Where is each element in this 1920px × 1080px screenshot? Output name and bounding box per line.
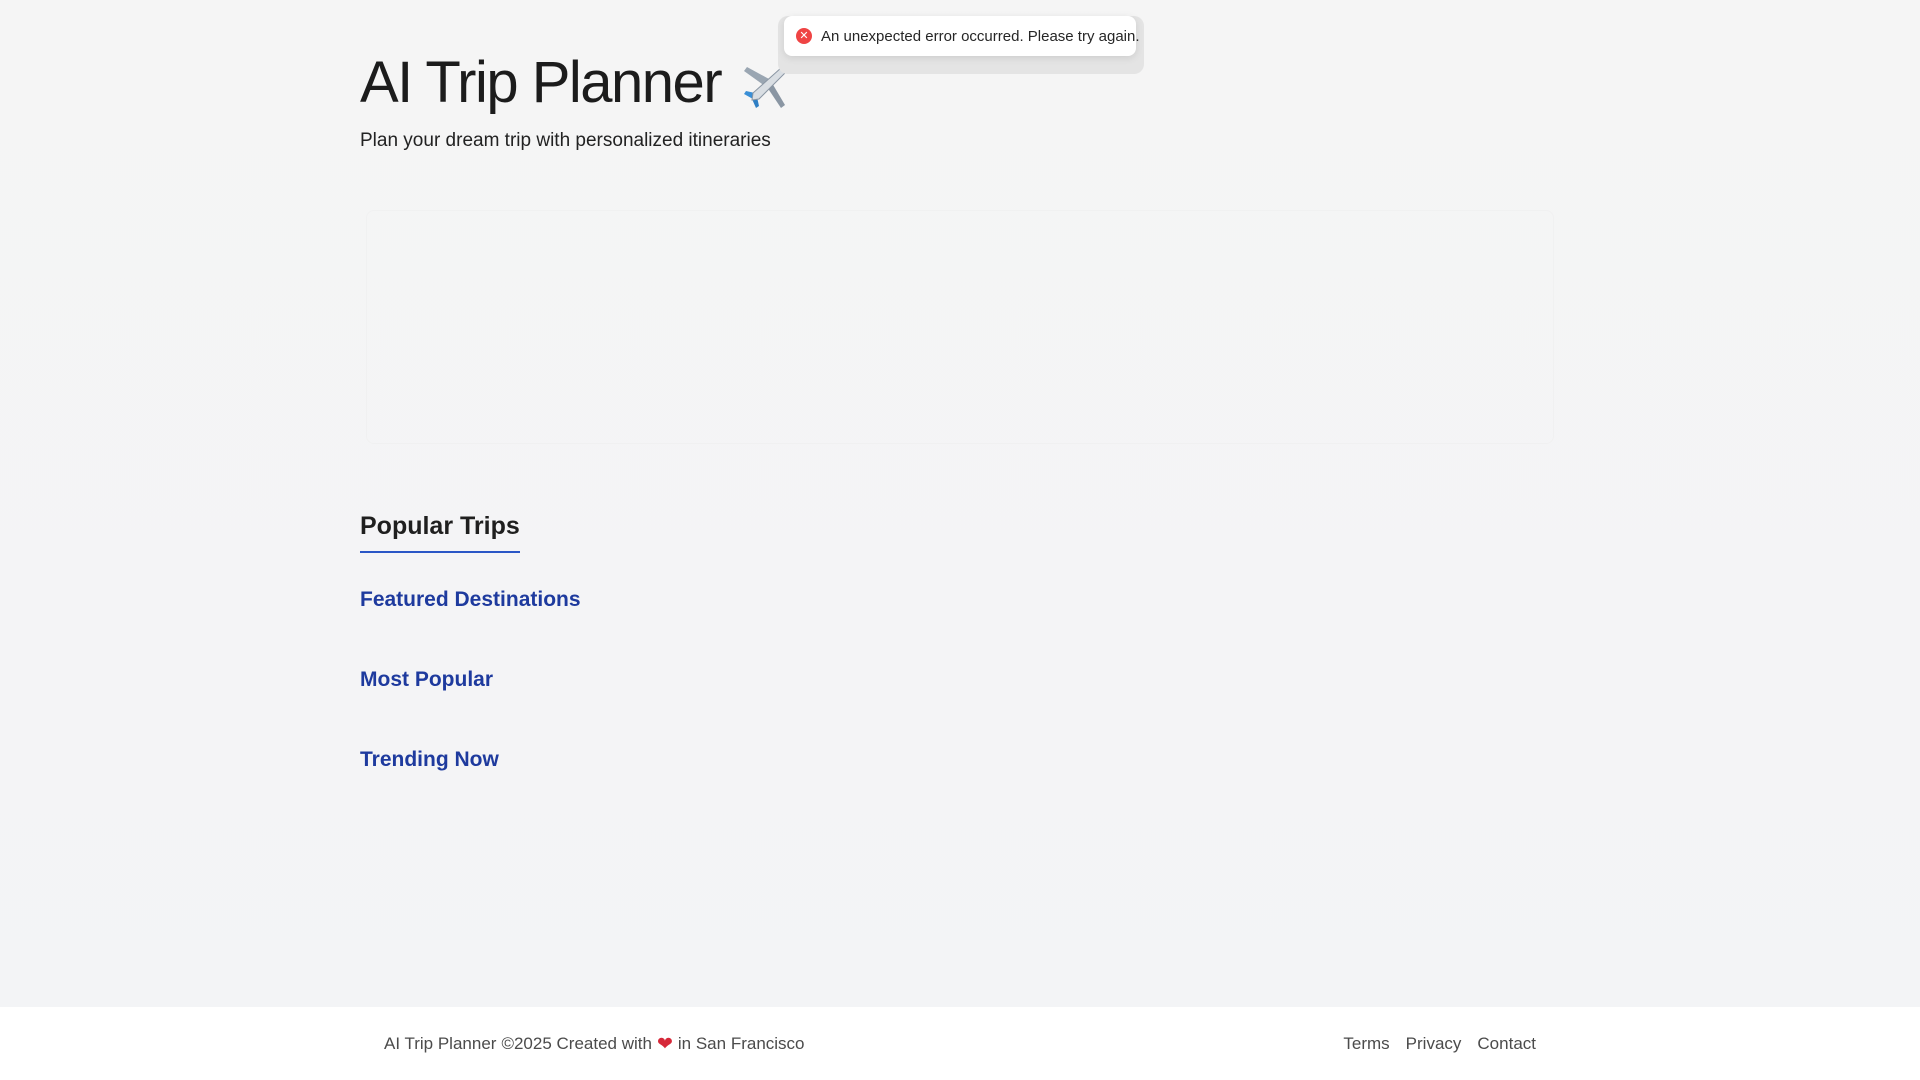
page-footer: AI Trip Planner ©2025 Created with ❤ in … [0, 1007, 1920, 1080]
footer-credit: AI Trip Planner ©2025 Created with ❤ in … [384, 1034, 805, 1054]
footer-brand: AI Trip Planner [384, 1034, 497, 1053]
category-link-featured-destinations[interactable]: Featured Destinations [360, 589, 581, 669]
toast-message: An unexpected error occurred. Please try… [821, 27, 1140, 45]
footer-link-privacy[interactable]: Privacy [1406, 1034, 1462, 1054]
title-row: AI Trip Planner [360, 48, 799, 118]
footer-link-contact[interactable]: Contact [1477, 1034, 1536, 1054]
footer-location: in San Francisco [677, 1034, 805, 1053]
app-title: AI Trip Planner [360, 50, 723, 115]
page-subtitle: Plan your dream trip with personalized i… [360, 130, 771, 151]
list-item: Featured Destinations [360, 589, 581, 669]
page-header: AI Trip Planner Plan your dream trip wit… [360, 48, 799, 152]
footer-nav: Terms Privacy Contact [1343, 1034, 1536, 1054]
footer-link-terms[interactable]: Terms [1343, 1034, 1389, 1054]
heart-icon: ❤ [656, 1033, 673, 1055]
section-heading: Popular Trips [360, 512, 520, 553]
error-toast[interactable]: ✕ An unexpected error occurred. Please t… [784, 16, 1140, 56]
list-item: Most Popular [360, 669, 581, 749]
footer-copyright: ©2025 Created with [501, 1034, 652, 1053]
content-card [366, 210, 1554, 444]
category-list: Featured Destinations Most Popular Trend… [360, 589, 581, 829]
error-icon: ✕ [796, 28, 812, 44]
category-link-trending-now[interactable]: Trending Now [360, 749, 581, 829]
list-item: Trending Now [360, 749, 581, 829]
popular-trips-section: Popular Trips Featured Destinations Most… [360, 512, 581, 829]
category-link-most-popular[interactable]: Most Popular [360, 669, 581, 749]
